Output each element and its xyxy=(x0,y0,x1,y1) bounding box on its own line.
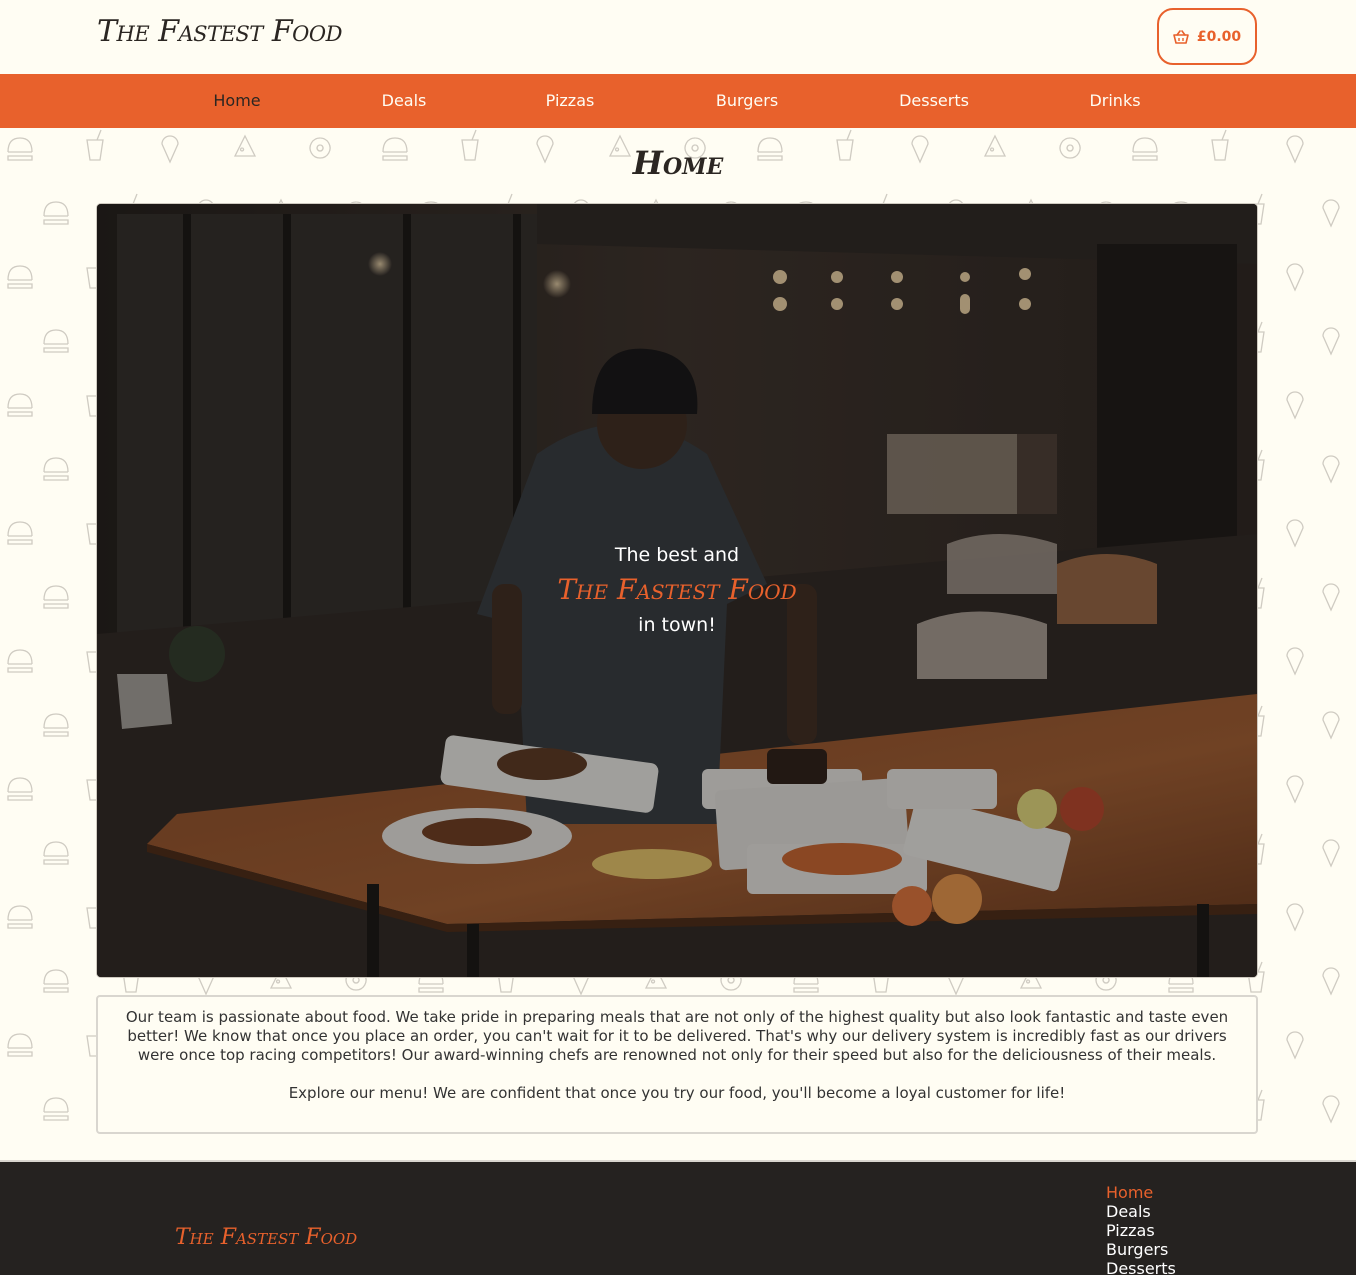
about-paragraph-1: Our team is passionate about food. We ta… xyxy=(125,1008,1229,1064)
food-doodle-icon xyxy=(7,265,33,289)
footer-nav: Home Deals Pizzas Burgers Desserts xyxy=(1106,1183,1176,1275)
site-header: The Fastest Food £0.00 xyxy=(0,0,1356,74)
footer-link-pizzas[interactable]: Pizzas xyxy=(1106,1221,1176,1240)
food-doodle-icon xyxy=(1286,1031,1304,1060)
food-doodle-icon xyxy=(7,1033,33,1057)
nav-item-desserts[interactable]: Desserts xyxy=(899,74,969,128)
page-title: Home xyxy=(632,144,724,182)
food-doodle-icon xyxy=(7,393,33,417)
footer-link-deals[interactable]: Deals xyxy=(1106,1202,1176,1221)
food-doodle-icon xyxy=(1286,391,1304,420)
food-doodle-icon xyxy=(1322,967,1340,996)
site-logo[interactable]: The Fastest Food xyxy=(97,14,342,49)
hero-line-3: in town! xyxy=(638,614,716,636)
food-doodle-icon xyxy=(1286,775,1304,804)
food-doodle-icon xyxy=(1322,839,1340,868)
food-doodle-icon xyxy=(7,521,33,545)
food-doodle-icon xyxy=(1286,263,1304,292)
food-doodle-icon xyxy=(1322,711,1340,740)
nav-item-pizzas[interactable]: Pizzas xyxy=(546,74,595,128)
basket-icon xyxy=(1173,29,1189,44)
hero-line-1: The best and xyxy=(614,544,740,566)
footer-logo[interactable]: The Fastest Food xyxy=(175,1225,357,1250)
about-paragraph-2: Explore our menu! We are confident that … xyxy=(288,1084,1066,1102)
food-doodle-icon xyxy=(7,777,33,801)
food-doodle-icon xyxy=(43,841,69,865)
food-doodle-icon xyxy=(1322,1095,1340,1124)
nav-item-deals[interactable]: Deals xyxy=(382,74,427,128)
nav-item-burgers[interactable]: Burgers xyxy=(716,74,778,128)
food-doodle-icon xyxy=(43,329,69,353)
hero-banner: The best and The Fastest Food in town! xyxy=(97,204,1257,977)
nav-item-home[interactable]: Home xyxy=(213,74,260,128)
food-doodle-icon xyxy=(7,649,33,673)
cart-button[interactable]: £0.00 xyxy=(1157,8,1257,65)
hero-brand: The Fastest Food xyxy=(557,573,797,606)
about-section: Our team is passionate about food. We ta… xyxy=(96,995,1258,1134)
food-doodle-icon xyxy=(1322,327,1340,356)
food-doodle-icon xyxy=(43,585,69,609)
nav-item-drinks[interactable]: Drinks xyxy=(1089,74,1140,128)
food-doodle-icon xyxy=(43,457,69,481)
food-doodle-icon xyxy=(43,1097,69,1121)
food-doodle-icon xyxy=(1322,455,1340,484)
food-doodle-icon xyxy=(43,713,69,737)
footer-link-home[interactable]: Home xyxy=(1106,1183,1176,1202)
food-doodle-icon xyxy=(1322,199,1340,228)
food-doodle-icon xyxy=(43,969,69,993)
food-doodle-icon xyxy=(1286,519,1304,548)
food-doodle-icon xyxy=(1286,903,1304,932)
footer-link-burgers[interactable]: Burgers xyxy=(1106,1240,1176,1259)
food-doodle-icon xyxy=(43,201,69,225)
food-doodle-icon xyxy=(7,905,33,929)
site-footer: The Fastest Food Home Deals Pizzas Burge… xyxy=(0,1160,1356,1275)
main-nav: Home Deals Pizzas Burgers Desserts Drink… xyxy=(0,74,1356,128)
food-doodle-icon xyxy=(1286,647,1304,676)
footer-link-desserts[interactable]: Desserts xyxy=(1106,1259,1176,1275)
food-doodle-icon xyxy=(1322,583,1340,612)
hero-tagline: The best and The Fastest Food in town! xyxy=(97,542,1257,638)
cart-total: £0.00 xyxy=(1196,28,1242,45)
